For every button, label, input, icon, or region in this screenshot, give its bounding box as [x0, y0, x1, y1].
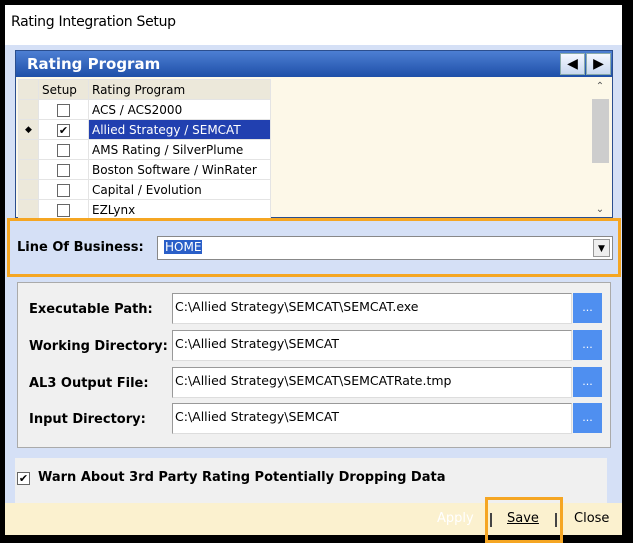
- input-directory-input[interactable]: C:\Allied Strategy\SEMCAT: [172, 403, 572, 434]
- apply-button[interactable]: Apply: [437, 511, 474, 526]
- vertical-scrollbar[interactable]: ⌃ ⌄: [590, 79, 610, 217]
- row-indicator[interactable]: [18, 159, 39, 180]
- window-title: Rating Integration Setup: [11, 14, 176, 30]
- setup-checkbox[interactable]: [57, 143, 70, 157]
- rating-program-grid: Setup Rating Program ACS / ACS2000 ◆ ✔ Al…: [18, 79, 271, 220]
- grid-row[interactable]: AMS Rating / SilverPlume: [18, 139, 271, 160]
- grid-row[interactable]: Capital / Evolution: [18, 179, 271, 200]
- rating-program-cell[interactable]: AMS Rating / SilverPlume: [88, 139, 271, 160]
- browse-executable-button[interactable]: ...: [573, 293, 602, 323]
- close-button[interactable]: Close: [574, 511, 609, 526]
- setup-cell[interactable]: [38, 179, 89, 200]
- field-executable-path: Executable Path: C:\Allied Strategy\SEMC…: [18, 293, 612, 325]
- arrow-right-icon: ▶: [593, 56, 604, 72]
- setup-cell[interactable]: [38, 159, 89, 180]
- row-indicator[interactable]: ◆: [18, 119, 39, 140]
- field-label: AL3 Output File:: [29, 376, 149, 391]
- setup-cell[interactable]: [38, 199, 89, 220]
- field-working-directory: Working Directory: C:\Allied Strategy\SE…: [18, 330, 612, 362]
- setup-cell[interactable]: [38, 99, 89, 120]
- setup-checkbox[interactable]: ✔: [57, 123, 70, 137]
- setup-checkbox[interactable]: [57, 163, 70, 177]
- executable-path-input[interactable]: C:\Allied Strategy\SEMCAT\SEMCAT.exe: [172, 293, 572, 324]
- rating-program-cell[interactable]: Boston Software / WinRater: [88, 159, 271, 180]
- grid-row[interactable]: Boston Software / WinRater: [18, 159, 271, 180]
- arrow-left-icon: ◀: [567, 56, 578, 72]
- row-indicator[interactable]: [18, 199, 39, 220]
- setup-checkbox[interactable]: [57, 183, 70, 197]
- rating-program-cell[interactable]: EZLynx: [88, 199, 271, 220]
- column-header-setup[interactable]: Setup: [38, 79, 89, 100]
- chevron-down-icon[interactable]: ▼: [593, 239, 610, 257]
- next-button[interactable]: ▶: [586, 53, 611, 75]
- browse-working-directory-button[interactable]: ...: [573, 330, 602, 360]
- rating-program-cell[interactable]: Capital / Evolution: [88, 179, 271, 200]
- grid-row[interactable]: ACS / ACS2000: [18, 99, 271, 120]
- row-indicator[interactable]: [18, 99, 39, 120]
- browse-input-directory-button[interactable]: ...: [573, 403, 602, 433]
- grid-row[interactable]: ◆ ✔ Allied Strategy / SEMCAT: [18, 119, 271, 140]
- line-of-business-select[interactable]: HOME ▼: [157, 236, 613, 260]
- setup-cell[interactable]: ✔: [38, 119, 89, 140]
- title-bar: Rating Integration Setup: [5, 5, 622, 45]
- rating-program-cell[interactable]: Allied Strategy / SEMCAT: [88, 119, 271, 140]
- setup-checkbox[interactable]: [57, 203, 70, 217]
- scroll-up-icon[interactable]: ⌃: [590, 81, 610, 92]
- scrollbar-thumb[interactable]: [592, 99, 609, 163]
- row-indicator[interactable]: [18, 179, 39, 200]
- al3-output-file-input[interactable]: C:\Allied Strategy\SEMCAT\SEMCATRate.tmp: [172, 367, 572, 398]
- rating-program-cell[interactable]: ACS / ACS2000: [88, 99, 271, 120]
- highlight-save: [485, 497, 563, 543]
- paths-panel: Executable Path: C:\Allied Strategy\SEMC…: [17, 282, 611, 448]
- warn-checkbox[interactable]: ✔: [17, 472, 30, 485]
- field-input-directory: Input Directory: C:\Allied Strategy\SEMC…: [18, 403, 612, 435]
- warn-label[interactable]: Warn About 3rd Party Rating Potentially …: [38, 470, 445, 485]
- browse-al3-output-button[interactable]: ...: [573, 367, 602, 397]
- column-header-rating-program[interactable]: Rating Program: [88, 79, 271, 100]
- field-label: Working Directory:: [29, 339, 168, 354]
- scroll-down-icon[interactable]: ⌄: [590, 204, 610, 215]
- field-label: Input Directory:: [29, 412, 146, 427]
- rating-program-header: Rating Program: [16, 51, 612, 77]
- setup-checkbox[interactable]: [57, 103, 70, 117]
- grid-row[interactable]: EZLynx: [18, 199, 271, 220]
- setup-cell[interactable]: [38, 139, 89, 160]
- field-label: Executable Path:: [29, 302, 153, 317]
- working-directory-input[interactable]: C:\Allied Strategy\SEMCAT: [172, 330, 572, 361]
- row-indicator[interactable]: [18, 139, 39, 160]
- line-of-business-value: HOME: [164, 240, 203, 254]
- rating-program-panel: Rating Program ◀ ▶ Setup Rating Program …: [15, 50, 613, 220]
- row-header-column: [18, 79, 39, 100]
- field-al3-output-file: AL3 Output File: C:\Allied Strategy\SEMC…: [18, 367, 612, 399]
- line-of-business-label: Line Of Business:: [17, 240, 144, 255]
- previous-button[interactable]: ◀: [560, 53, 585, 75]
